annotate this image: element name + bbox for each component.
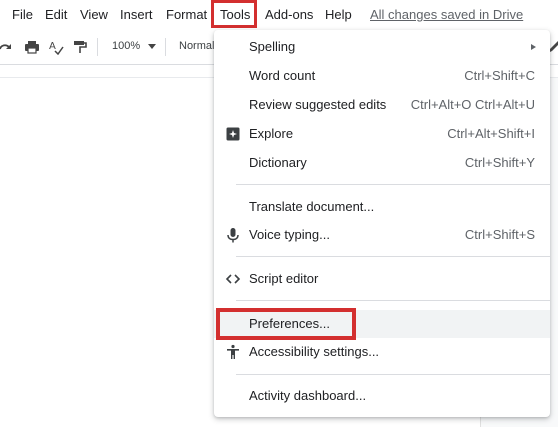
menu-item-shortcut: Ctrl+Alt+Shift+I [447, 126, 535, 141]
menu-item-script-editor[interactable]: Script editor [214, 265, 550, 293]
menu-add-ons[interactable]: Add-ons [265, 7, 313, 23]
menu-item-translate-document[interactable]: Translate document... [214, 193, 550, 221]
menu-item-label: Dictionary [249, 155, 307, 170]
menu-item-label: Translate document... [249, 199, 375, 214]
code-icon [225, 274, 241, 284]
menu-file[interactable]: File [12, 7, 33, 23]
preferences-highlight-box [216, 308, 356, 340]
menu-help[interactable]: Help [325, 7, 352, 23]
chevron-down-icon[interactable] [148, 44, 156, 49]
microphone-icon [227, 228, 239, 243]
menu-bar: File Edit View Insert Format Tools Add-o… [0, 0, 558, 30]
menu-item-label: Explore [249, 126, 294, 141]
accessibility-icon [227, 344, 239, 359]
menu-item-label: Activity dashboard... [249, 388, 367, 403]
toolbar-divider [165, 38, 166, 56]
menu-item-activity-dashboard[interactable]: Activity dashboard... [214, 382, 550, 410]
tools-menu: Spelling Word count Ctrl+Shift+C Review … [214, 30, 550, 417]
redo-icon[interactable] [0, 39, 14, 55]
menu-insert[interactable]: Insert [120, 7, 153, 23]
tools-highlight-box [211, 0, 257, 28]
menu-item-shortcut: Ctrl+Shift+C [464, 68, 535, 83]
style-select[interactable]: Normal [179, 39, 214, 53]
menu-item-label: Script editor [249, 271, 319, 286]
menu-item-shortcut: Ctrl+Shift+Y [464, 155, 535, 170]
menu-item-shortcut: Ctrl+Alt+O Ctrl+Alt+U [410, 97, 535, 112]
spellcheck-icon[interactable]: A [48, 39, 64, 55]
menu-item-review-suggested-edits[interactable]: Review suggested edits Ctrl+Alt+O Ctrl+A… [214, 91, 550, 119]
toolbar-divider [97, 38, 98, 56]
menu-divider [236, 374, 550, 375]
menu-divider [236, 300, 550, 301]
explore-icon [226, 127, 240, 141]
menu-item-shortcut: Ctrl+Shift+S [464, 227, 535, 242]
menu-item-accessibility-settings[interactable]: Accessibility settings... [214, 338, 550, 366]
menu-format[interactable]: Format [166, 7, 207, 23]
save-status-link[interactable]: All changes saved in Drive [370, 7, 523, 23]
menu-item-voice-typing[interactable]: Voice typing... Ctrl+Shift+S [214, 221, 550, 249]
menu-item-label: Spelling [249, 39, 296, 54]
paint-format-icon[interactable] [72, 39, 88, 55]
print-icon[interactable] [24, 39, 40, 55]
menu-item-word-count[interactable]: Word count Ctrl+Shift+C [214, 62, 550, 90]
menu-edit[interactable]: Edit [45, 7, 67, 23]
menu-item-explore[interactable]: Explore Ctrl+Alt+Shift+I [214, 120, 550, 148]
menu-item-label: Review suggested edits [249, 97, 387, 112]
menu-divider [236, 256, 550, 257]
svg-text:A: A [49, 41, 56, 52]
menu-item-label: Accessibility settings... [249, 344, 380, 359]
menu-view[interactable]: View [80, 7, 108, 23]
google-docs-window: File Edit View Insert Format Tools Add-o… [0, 0, 558, 427]
zoom-select[interactable]: 100% [112, 39, 140, 53]
menu-item-label: Word count [249, 68, 316, 83]
menu-item-spelling[interactable]: Spelling [214, 33, 550, 61]
menu-item-label: Voice typing... [249, 227, 330, 242]
menu-item-dictionary[interactable]: Dictionary Ctrl+Shift+Y [214, 149, 550, 177]
submenu-arrow-icon [531, 44, 536, 50]
menu-divider [236, 184, 550, 185]
